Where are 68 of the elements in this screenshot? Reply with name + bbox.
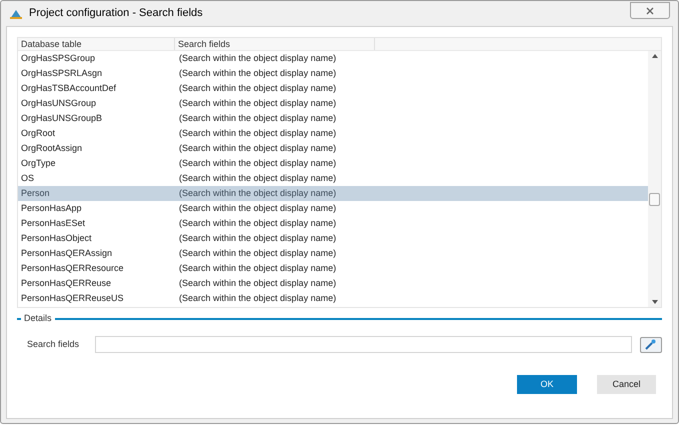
table-cell-text: PersonHasQERReuseUS: [20, 292, 125, 305]
table-cell-text: PersonHasObject: [20, 232, 93, 245]
table-cell-text: (Search within the object display name): [179, 262, 336, 275]
table-row[interactable]: PersonHasESet (Search within the object display name): [18, 216, 648, 231]
table-cell-text: (Search within the object display name): [179, 202, 336, 215]
scroll-thumb[interactable]: [649, 193, 660, 206]
table-cell-text: (Search within the object display name): [179, 96, 336, 110]
column-header[interactable]: Database table: [18, 38, 175, 50]
ok-button[interactable]: OK: [517, 375, 577, 394]
table-row[interactable]: PersonHasQERResource (Search within the object display name): [18, 261, 648, 276]
app-icon: [9, 8, 23, 20]
table-row[interactable]: PersonHasQERReuseUS (Search within the object display name): [18, 291, 648, 306]
table-row[interactable]: OS (Search within the object display name): [18, 171, 648, 186]
section-title: Details: [24, 312, 52, 326]
close-button[interactable]: [630, 2, 670, 19]
table-row[interactable]: Person (Search within the object display name): [18, 186, 648, 201]
table-cell-text: (Search within the object display name): [179, 52, 336, 65]
table-cell-text: (Search within the object display name): [179, 276, 336, 290]
table-row[interactable]: OrgRootAssign (Search within the object display name): [18, 141, 648, 156]
table-cell-text: OrgHasUNSGroup: [20, 96, 98, 110]
table-cell-text: OrgHasSPSGroup: [20, 52, 96, 65]
table-cell-text: OrgRootAssign: [20, 142, 84, 155]
table-cell-text: PersonHasApp: [20, 202, 83, 215]
table-row[interactable]: OrgHasSPSGroup (Search within the object display name): [18, 51, 648, 66]
table-row[interactable]: PersonHasObject (Search within the object display name): [18, 231, 648, 246]
table-row[interactable]: OrgType (Search within the object display name): [18, 156, 648, 171]
close-icon: [646, 6, 654, 14]
search-fields-input[interactable]: [95, 336, 632, 353]
table-cell-text: (Search within the object display name): [179, 82, 336, 95]
scrollbar[interactable]: [648, 51, 661, 307]
table-cell-text: (Search within the object display name): [179, 142, 336, 155]
table-cell-text: OrgHasTSBAccountDef: [20, 82, 118, 95]
table-row[interactable]: OrgRoot (Search within the object display name): [18, 126, 648, 141]
table-cell-text: (Search within the object display name): [179, 186, 336, 200]
table-row[interactable]: OrgHasUNSGroup (Search within the object display name): [18, 96, 648, 111]
table-cell-text: PersonHasQERResource: [20, 262, 125, 275]
column-header[interactable]: Search fields: [175, 38, 375, 50]
table-row[interactable]: OrgHasUNSGroupB (Search within the object display name): [18, 111, 648, 126]
table-cell-text: (Search within the object display name): [179, 126, 336, 140]
table-cell-text: OrgHasUNSGroupB: [20, 112, 104, 125]
edit-button[interactable]: [640, 336, 662, 352]
table-cell-text: (Search within the object display name): [179, 66, 336, 80]
table-row[interactable]: PersonHasQERAssign (Search within the object display name): [18, 246, 648, 261]
window-title: Project configuration - Search fields: [29, 6, 203, 22]
table-cell-text: OrgType: [20, 156, 57, 170]
wand-icon: [645, 339, 657, 350]
field-label: Search fields: [27, 338, 80, 351]
table-cell-text: (Search within the object display name): [179, 216, 336, 230]
table-cell-text: (Search within the object display name): [179, 112, 336, 125]
table-cell-text: (Search within the object display name): [179, 246, 336, 260]
table-cell-text: OS: [20, 172, 36, 185]
table-row[interactable]: OrgHasTSBAccountDef (Search within the object display name): [18, 81, 648, 96]
table-cell-text: (Search within the object display name): [179, 232, 336, 245]
table-cell-text: (Search within the object display name): [179, 292, 336, 305]
table-row[interactable]: PersonHasQERReuse (Search within the object display name): [18, 276, 648, 291]
table-cell-text: OrgRoot: [20, 126, 56, 140]
scroll-up-icon[interactable]: [652, 54, 658, 58]
table-cell-text: PersonHasQERAssign: [20, 246, 114, 260]
cancel-button[interactable]: Cancel: [597, 375, 656, 394]
table-cell-text: PersonHasESet: [20, 216, 86, 230]
table-cell-text: PersonHasQERReuse: [20, 276, 112, 290]
table-cell-text: Person: [20, 186, 51, 200]
table-row[interactable]: PersonHasApp (Search within the object display name): [18, 201, 648, 216]
table-cell-text: (Search within the object display name): [179, 156, 336, 170]
scroll-down-icon[interactable]: [652, 300, 658, 304]
table-cell-text: (Search within the object display name): [179, 172, 336, 185]
table-row[interactable]: OrgHasSPSRLAsgn (Search within the object display name): [18, 66, 648, 81]
table-cell-text: OrgHasSPSRLAsgn: [20, 66, 104, 80]
